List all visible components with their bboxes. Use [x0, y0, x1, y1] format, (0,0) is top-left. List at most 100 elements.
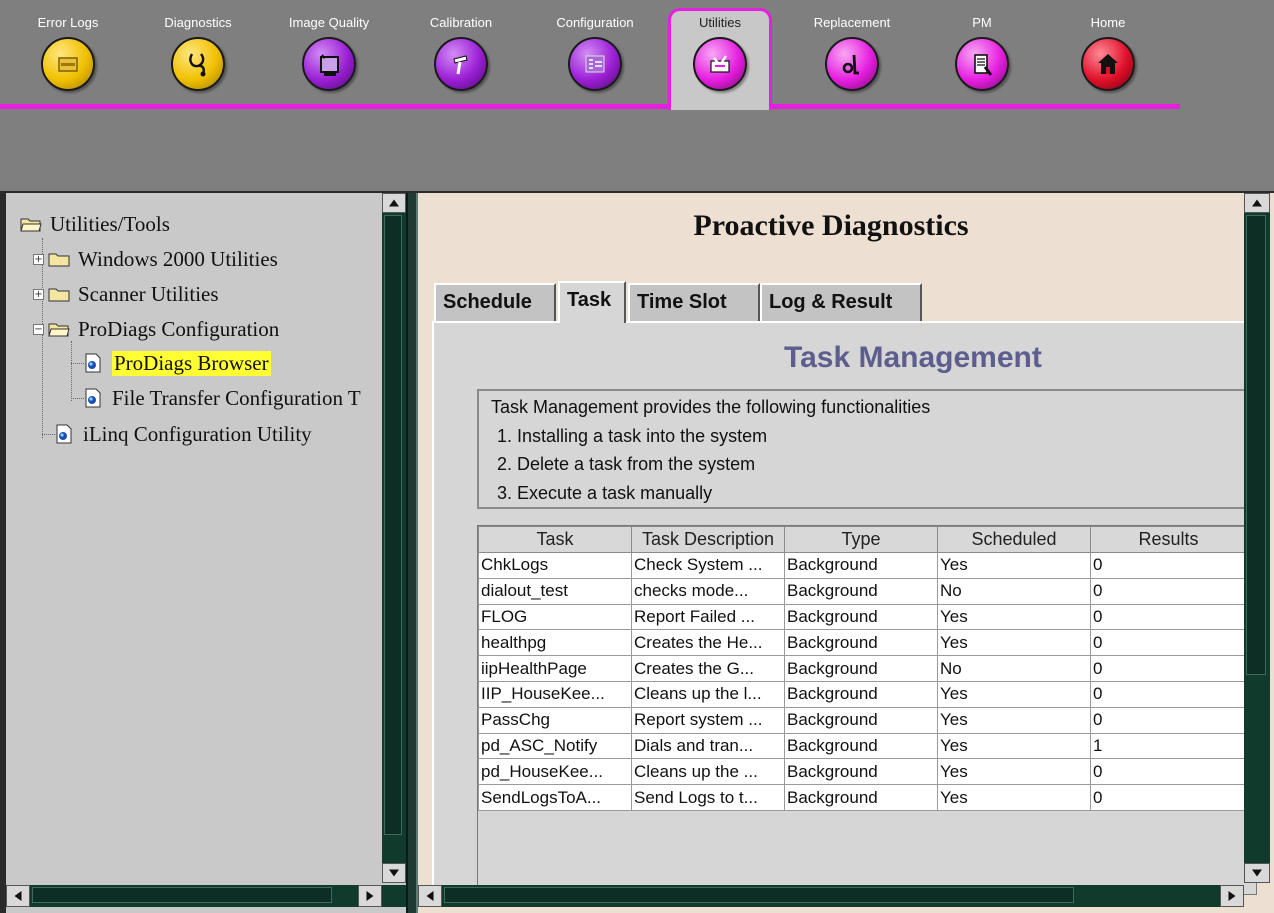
column-header-scheduled[interactable]: Scheduled — [937, 526, 1091, 553]
tree-item-windows-2000-utilities[interactable]: + Windows 2000 Utilities — [33, 245, 278, 273]
table-cell[interactable]: Yes — [937, 629, 1091, 657]
table-cell[interactable]: Background — [784, 552, 938, 579]
table-cell[interactable]: Send Logs to t... — [631, 784, 785, 811]
scroll-thumb[interactable] — [444, 887, 1074, 903]
table-cell[interactable]: Background — [784, 603, 938, 631]
scroll-up-button[interactable] — [382, 193, 406, 213]
scroll-up-button[interactable] — [1244, 193, 1270, 213]
table-cell[interactable]: checks mode... — [631, 577, 785, 605]
table-cell[interactable]: Background — [784, 680, 938, 708]
table-cell[interactable]: No — [937, 655, 1091, 682]
table-cell[interactable]: Background — [784, 706, 938, 734]
table-cell[interactable]: FLOG — [478, 603, 632, 631]
table-cell[interactable]: Yes — [937, 758, 1091, 786]
tree-item-prodiags-browser[interactable]: ProDiags Browser — [84, 349, 271, 377]
scroll-down-button[interactable] — [1244, 863, 1270, 883]
table-cell[interactable]: 0 — [1090, 577, 1247, 605]
table-cell[interactable]: Yes — [937, 784, 1091, 811]
table-cell[interactable]: iipHealthPage — [478, 655, 632, 682]
nav-pm[interactable]: PM — [927, 14, 1037, 104]
tab-time-slot[interactable]: Time Slot — [628, 283, 760, 321]
table-row[interactable]: SendLogsToA... Send Logs to t... Backgroun… — [478, 784, 1247, 811]
scroll-right-button[interactable] — [358, 885, 382, 907]
tree-item-scanner-utilities[interactable]: + Scanner Utilities — [33, 280, 219, 308]
table-cell[interactable]: Check System ... — [631, 552, 785, 579]
scroll-left-button[interactable] — [418, 885, 442, 907]
table-cell[interactable]: Yes — [937, 732, 1091, 760]
table-cell[interactable]: Report Failed ... — [631, 603, 785, 631]
table-cell[interactable]: 0 — [1090, 758, 1247, 786]
tree-root-utilities-tools[interactable]: Utilities/Tools — [20, 210, 170, 238]
table-cell[interactable]: Background — [784, 577, 938, 605]
table-cell[interactable]: Background — [784, 629, 938, 657]
table-cell[interactable]: healthpg — [478, 629, 632, 657]
scroll-thumb[interactable] — [384, 215, 402, 835]
table-cell[interactable]: pd_ASC_Notify — [478, 732, 632, 760]
tab-schedule[interactable]: Schedule — [434, 283, 556, 321]
table-cell[interactable]: 1 — [1090, 732, 1247, 760]
nav-configuration[interactable]: Configuration — [540, 14, 650, 104]
nav-diagnostics[interactable]: Diagnostics — [143, 14, 253, 104]
table-cell[interactable]: 0 — [1090, 655, 1247, 682]
nav-replacement[interactable]: Replacement — [797, 14, 907, 104]
table-row[interactable]: pd_HouseKee... Cleans up the ... Backgroun… — [478, 758, 1247, 786]
table-cell[interactable]: dialout_test — [478, 577, 632, 605]
tree-item-prodiags-configuration[interactable]: − ProDiags Configuration — [33, 315, 279, 343]
nav-home[interactable]: Home — [1053, 14, 1163, 104]
expand-icon[interactable]: + — [33, 253, 44, 265]
scroll-down-button[interactable] — [382, 863, 406, 883]
table-cell[interactable]: Yes — [937, 603, 1091, 631]
content-vertical-scrollbar[interactable] — [1244, 193, 1270, 883]
table-cell[interactable]: Cleans up the ... — [631, 758, 785, 786]
table-cell[interactable]: Creates the G... — [631, 655, 785, 682]
column-header-type[interactable]: Type — [784, 526, 938, 553]
table-row[interactable]: dialout_test checks mode... Background No 0 — [478, 577, 1247, 605]
table-row[interactable]: pd_ASC_Notify Dials and tran... Background… — [478, 732, 1247, 760]
table-cell[interactable]: 0 — [1090, 784, 1247, 811]
scroll-right-button[interactable] — [1220, 885, 1244, 907]
table-row[interactable]: IIP_HouseKee... Cleans up the l... Backgro… — [478, 680, 1247, 708]
table-row[interactable]: ChkLogs Check System ... Background Yes 0 — [478, 552, 1247, 579]
tree-item-ilinq-configuration-utility[interactable]: iLinq Configuration Utility — [55, 420, 312, 448]
nav-utilities[interactable]: Utilities — [668, 8, 772, 110]
table-cell[interactable]: Yes — [937, 680, 1091, 708]
scroll-thumb[interactable] — [1246, 215, 1266, 675]
tree-horizontal-scrollbar[interactable] — [6, 885, 406, 907]
table-row[interactable]: healthpg Creates the He... Background Yes 0 — [478, 629, 1247, 657]
table-cell[interactable]: Creates the He... — [631, 629, 785, 657]
table-cell[interactable]: Background — [784, 655, 938, 682]
table-cell[interactable]: PassChg — [478, 706, 632, 734]
table-row[interactable]: FLOG Report Failed ... Background Yes 0 — [478, 603, 1247, 631]
table-cell[interactable]: IIP_HouseKee... — [478, 680, 632, 708]
table-cell[interactable]: Background — [784, 732, 938, 760]
table-cell[interactable]: No — [937, 577, 1091, 605]
tree-vertical-scrollbar[interactable] — [382, 193, 406, 883]
table-cell[interactable]: ChkLogs — [478, 552, 632, 579]
tab-log-result[interactable]: Log & Result — [760, 283, 922, 321]
table-cell[interactable]: Background — [784, 758, 938, 786]
nav-error-logs[interactable]: Error Logs — [13, 14, 123, 104]
scroll-thumb[interactable] — [32, 887, 332, 903]
tree-item-file-transfer-configuration[interactable]: File Transfer Configuration T — [84, 384, 361, 412]
table-cell[interactable]: Cleans up the l... — [631, 680, 785, 708]
collapse-icon[interactable]: − — [33, 323, 44, 335]
table-row[interactable]: iipHealthPage Creates the G... Background N… — [478, 655, 1247, 682]
tab-task[interactable]: Task — [558, 281, 626, 323]
table-cell[interactable]: Yes — [937, 552, 1091, 579]
table-cell[interactable]: 0 — [1090, 706, 1247, 734]
table-cell[interactable]: pd_HouseKee... — [478, 758, 632, 786]
nav-calibration[interactable]: Calibration — [406, 14, 516, 104]
column-header-results[interactable]: Results — [1090, 526, 1247, 553]
expand-icon[interactable]: + — [33, 288, 44, 300]
nav-image-quality[interactable]: Image Quality — [274, 14, 384, 104]
table-row[interactable]: PassChg Report system ... Background Yes 0 — [478, 706, 1247, 734]
column-header-task[interactable]: Task — [478, 526, 632, 553]
table-cell[interactable]: Background — [784, 784, 938, 811]
scroll-left-button[interactable] — [6, 885, 30, 907]
table-cell[interactable]: 0 — [1090, 629, 1247, 657]
content-horizontal-scrollbar[interactable] — [418, 885, 1244, 907]
table-cell[interactable]: Report system ... — [631, 706, 785, 734]
table-cell[interactable]: 0 — [1090, 680, 1247, 708]
table-cell[interactable]: SendLogsToA... — [478, 784, 632, 811]
table-cell[interactable]: 0 — [1090, 552, 1247, 579]
